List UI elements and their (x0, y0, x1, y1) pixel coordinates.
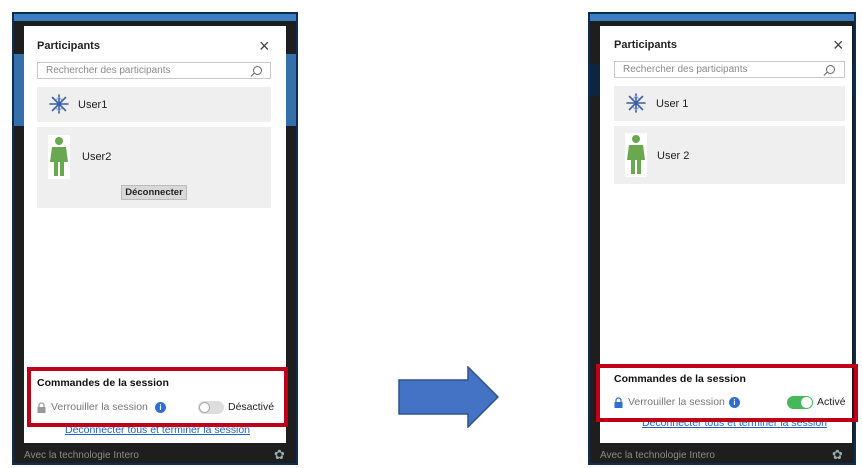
disconnect-button[interactable]: Déconnecter (121, 185, 187, 200)
snowflake-avatar-icon (626, 93, 646, 113)
person-avatar-icon (48, 135, 70, 179)
close-icon[interactable]: × (259, 37, 270, 55)
user-row-user2[interactable]: User 2 (614, 126, 845, 184)
panel-title: Participants (614, 39, 677, 51)
transition-arrow (398, 366, 500, 428)
user-row-user2[interactable]: User2 Déconnecter (37, 127, 271, 208)
gear-icon[interactable]: ✿ (832, 448, 846, 462)
search-input[interactable]: Rechercher des participants (614, 61, 845, 78)
user-name: User 1 (656, 98, 689, 110)
search-icon[interactable] (826, 65, 835, 74)
user-name: User1 (78, 99, 108, 111)
snowflake-avatar-icon (49, 94, 69, 114)
session-controls-highlight (27, 367, 288, 427)
gear-icon[interactable]: ✿ (274, 448, 288, 462)
user-name: User 2 (657, 150, 690, 162)
panel-title: Participants (37, 40, 100, 52)
user-name: User2 (82, 151, 112, 163)
top-accent-bar (590, 14, 854, 21)
session-controls-highlight (596, 364, 858, 422)
user-row-user1[interactable]: User 1 (614, 86, 845, 121)
close-icon[interactable]: × (833, 36, 844, 54)
search-icon[interactable] (253, 66, 262, 75)
footer-text: Avec la technologie Intero (600, 450, 715, 461)
footer-text: Avec la technologie Intero (24, 450, 139, 461)
top-accent-bar (14, 14, 296, 21)
user-row-user1[interactable]: User1 (37, 87, 271, 122)
search-input[interactable]: Rechercher des participants (37, 62, 271, 79)
search-placeholder: Rechercher des participants (623, 64, 748, 75)
person-avatar-icon (625, 133, 647, 177)
search-placeholder: Rechercher des participants (46, 65, 171, 76)
